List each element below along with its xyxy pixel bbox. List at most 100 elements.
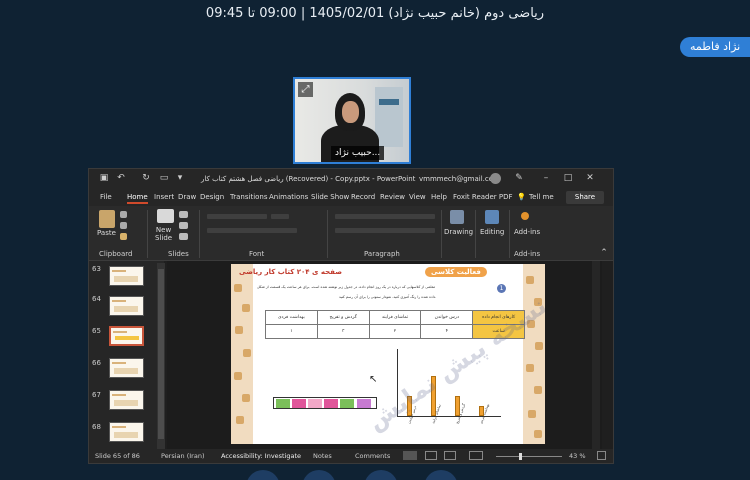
group-font: Font [249, 250, 265, 258]
paragraph-row-1[interactable] [335, 214, 435, 219]
thumbnail-scrollbar-thumb[interactable] [158, 269, 164, 439]
font-format-row[interactable] [207, 228, 297, 233]
table-cell: ۲ [368, 324, 422, 339]
notes-button[interactable]: Notes [313, 452, 332, 460]
table-cell: گردش و تفریح [316, 310, 370, 325]
slide-thumbnail-pane[interactable]: 63 64 65 66 67 68 [89, 261, 165, 451]
slide-thumbnail[interactable] [109, 358, 144, 378]
new-slide-button[interactable]: New Slide [155, 226, 172, 242]
paste-icon[interactable] [99, 210, 115, 228]
language-indicator[interactable]: Persian (Iran) [161, 452, 205, 460]
thumbnail-number: 65 [92, 327, 101, 335]
comments-button[interactable]: Comments [355, 452, 390, 460]
editing-button[interactable]: Editing [480, 228, 504, 236]
tab-design[interactable]: Design [200, 193, 224, 201]
slide-thumbnail[interactable] [109, 422, 144, 442]
add-ins-button[interactable]: Add-ins [514, 228, 540, 236]
pen-icon[interactable]: ✎ [514, 173, 524, 183]
tab-transitions[interactable]: Transitions [230, 193, 268, 201]
tab-help[interactable]: Help [431, 193, 447, 201]
ribbon-tabs: File Home Insert Draw Design Transitions… [89, 189, 613, 206]
thumbnail-scrollbar[interactable] [157, 263, 165, 449]
drawing-icon[interactable] [450, 210, 464, 224]
save-icon[interactable]: ▣ [99, 173, 109, 183]
tab-view[interactable]: View [409, 193, 426, 201]
tab-file[interactable]: File [100, 193, 112, 201]
fit-slide-icon[interactable] [597, 451, 606, 460]
maximize-icon[interactable]: □ [563, 173, 573, 183]
new-slide-icon[interactable] [157, 209, 174, 223]
font-size-box[interactable] [271, 214, 289, 219]
group-clipboard: Clipboard [99, 250, 133, 258]
slide-thumbnail[interactable] [109, 390, 144, 410]
mouse-cursor-icon: ↖ [369, 374, 378, 385]
table-cell: ۱ [265, 324, 318, 339]
color-legend-strip [273, 397, 377, 409]
tab-home[interactable]: Home [127, 193, 148, 204]
ribbon-separator [199, 210, 200, 258]
tab-review[interactable]: Review [380, 193, 405, 201]
tab-foxit-reader-pdf[interactable]: Foxit Reader PDF [453, 193, 513, 201]
drawing-button[interactable]: Drawing [444, 228, 473, 236]
present-icon[interactable]: ▭ [159, 173, 169, 183]
tab-animations[interactable]: Animations [269, 193, 308, 201]
customize-icon[interactable]: ▾ [175, 173, 185, 183]
meeting-toolbar-button[interactable] [246, 470, 280, 480]
powerpoint-window[interactable]: ▣ ↶ ↻ ▭ ▾ ریاضی فصل هشتم کتاب کار (Recov… [88, 168, 614, 464]
redo-icon[interactable]: ↻ [141, 173, 151, 183]
tab-insert[interactable]: Insert [154, 193, 174, 201]
table-row: بهداشت فردی گردش و تفریح تماشای فرایند د… [265, 310, 525, 325]
group-slides: Slides [168, 250, 189, 258]
slide-thumbnail[interactable] [109, 296, 144, 316]
tab-slide-show[interactable]: Slide Show [311, 193, 349, 201]
slide-sorter-icon[interactable] [425, 451, 437, 460]
meeting-toolbar-button[interactable] [424, 470, 458, 480]
undo-icon[interactable]: ↶ [116, 173, 126, 183]
reading-view-icon[interactable] [444, 451, 456, 460]
reset-icon[interactable] [179, 222, 188, 229]
section-icon[interactable] [179, 233, 188, 240]
slide-counter: Slide 65 of 86 [95, 452, 140, 460]
table-cell: بهداشت فردی [265, 310, 318, 325]
normal-view-icon[interactable] [403, 451, 417, 460]
close-icon[interactable]: ✕ [585, 173, 595, 183]
thumbnail-number: 66 [92, 359, 101, 367]
paragraph-row-2[interactable] [335, 228, 435, 233]
accessibility-status[interactable]: Accessibility: Investigate [221, 452, 301, 460]
group-add-ins: Add-ins [514, 250, 541, 258]
slide-editor-canvas[interactable]: صفحه ی ۲۰۴ کتاب کار ریاضی فعالیت کلاسی 1… [167, 261, 602, 451]
add-ins-icon[interactable] [521, 212, 529, 220]
zoom-slider-thumb[interactable] [519, 453, 522, 460]
copy-icon[interactable] [120, 222, 127, 229]
share-button[interactable]: Share [566, 191, 604, 204]
file-title: ریاضی فصل هشتم کتاب کار (Recovered) - Co… [201, 175, 416, 183]
slideshow-view-icon[interactable] [469, 451, 483, 460]
slide-thumbnail-selected[interactable] [109, 326, 144, 346]
current-slide[interactable]: صفحه ی ۲۰۴ کتاب کار ریاضی فعالیت کلاسی 1… [231, 264, 545, 444]
collapse-ribbon-icon[interactable]: ⌃ [599, 248, 609, 258]
minimize-icon[interactable]: – [541, 173, 551, 183]
expand-icon[interactable]: ⤢ [298, 82, 313, 97]
meeting-toolbar-button[interactable] [302, 470, 336, 480]
slide-activity-title: فعالیت کلاسی [425, 267, 487, 277]
font-name-box[interactable] [207, 214, 267, 219]
ribbon-separator [441, 210, 442, 258]
lightbulb-icon: 💡 [517, 193, 526, 201]
tab-record[interactable]: Record [351, 193, 375, 201]
zoom-level[interactable]: 43 % [569, 452, 586, 460]
participant-chip[interactable]: نژاد فاطمه [680, 37, 750, 57]
editing-icon[interactable] [485, 210, 499, 224]
slide-instruction-line-2: داده شده را رنگ آمیزی کنید. نمودار ستونی… [339, 295, 437, 299]
layout-icon[interactable] [179, 211, 188, 218]
meeting-toolbar-button[interactable] [364, 470, 398, 480]
cut-icon[interactable] [120, 211, 127, 218]
avatar[interactable] [490, 173, 501, 184]
zoom-slider[interactable] [496, 456, 562, 457]
format-painter-icon[interactable] [120, 233, 127, 240]
webcam-tile[interactable]: ⤢ حبیب نژاد... [293, 77, 411, 164]
slide-scrollbar[interactable] [592, 261, 600, 451]
slide-thumbnail[interactable] [109, 266, 144, 286]
tab-draw[interactable]: Draw [178, 193, 196, 201]
tell-me-search[interactable]: Tell me [529, 193, 554, 201]
paste-button[interactable]: Paste [97, 229, 116, 237]
